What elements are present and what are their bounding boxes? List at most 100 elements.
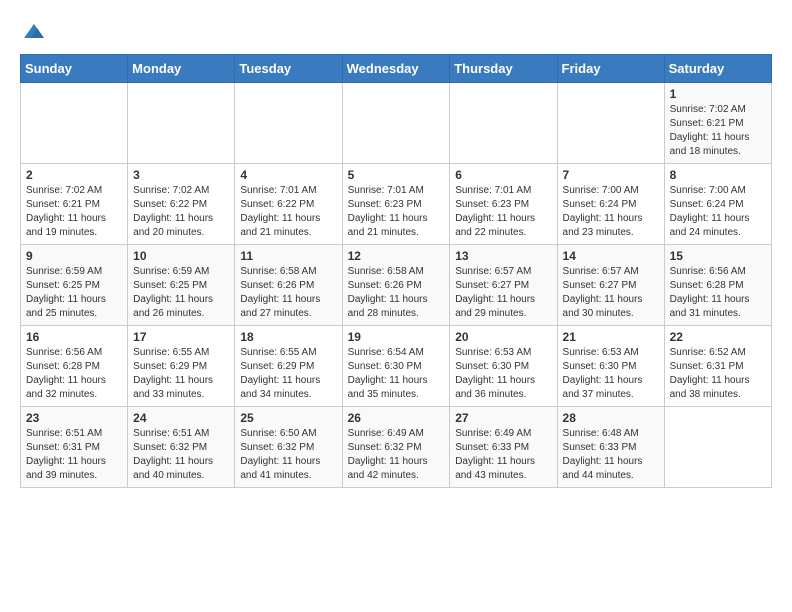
day-cell: 3 Sunrise: 7:02 AM Sunset: 6:22 PM Daylig…	[128, 164, 235, 245]
day-cell: 19 Sunrise: 6:54 AM Sunset: 6:30 PM Dayli…	[342, 326, 450, 407]
header-saturday: Saturday	[664, 55, 771, 83]
day-number: 17	[133, 330, 229, 344]
day-info: Sunrise: 7:01 AM Sunset: 6:22 PM Dayligh…	[240, 184, 336, 240]
calendar-header-row: SundayMondayTuesdayWednesdayThursdayFrid…	[21, 55, 772, 83]
day-info: Sunrise: 7:01 AM Sunset: 6:23 PM Dayligh…	[348, 184, 445, 240]
day-cell: 10 Sunrise: 6:59 AM Sunset: 6:25 PM Dayli…	[128, 245, 235, 326]
day-info: Sunrise: 6:57 AM Sunset: 6:27 PM Dayligh…	[563, 265, 659, 321]
day-info: Sunrise: 6:56 AM Sunset: 6:28 PM Dayligh…	[26, 346, 122, 402]
day-number: 19	[348, 330, 445, 344]
day-number: 27	[455, 411, 551, 425]
day-cell	[128, 83, 235, 164]
day-cell	[21, 83, 128, 164]
day-info: Sunrise: 7:02 AM Sunset: 6:22 PM Dayligh…	[133, 184, 229, 240]
day-cell: 9 Sunrise: 6:59 AM Sunset: 6:25 PM Daylig…	[21, 245, 128, 326]
day-number: 3	[133, 168, 229, 182]
day-number: 22	[670, 330, 766, 344]
page-header	[20, 20, 772, 44]
day-cell: 2 Sunrise: 7:02 AM Sunset: 6:21 PM Daylig…	[21, 164, 128, 245]
day-number: 20	[455, 330, 551, 344]
day-number: 11	[240, 249, 336, 263]
day-cell: 8 Sunrise: 7:00 AM Sunset: 6:24 PM Daylig…	[664, 164, 771, 245]
week-row-4: 16 Sunrise: 6:56 AM Sunset: 6:28 PM Dayli…	[21, 326, 772, 407]
header-sunday: Sunday	[21, 55, 128, 83]
day-info: Sunrise: 6:58 AM Sunset: 6:26 PM Dayligh…	[240, 265, 336, 321]
day-cell: 6 Sunrise: 7:01 AM Sunset: 6:23 PM Daylig…	[450, 164, 557, 245]
day-info: Sunrise: 7:00 AM Sunset: 6:24 PM Dayligh…	[563, 184, 659, 240]
day-info: Sunrise: 6:48 AM Sunset: 6:33 PM Dayligh…	[563, 427, 659, 483]
day-cell: 17 Sunrise: 6:55 AM Sunset: 6:29 PM Dayli…	[128, 326, 235, 407]
day-number: 16	[26, 330, 122, 344]
day-cell: 5 Sunrise: 7:01 AM Sunset: 6:23 PM Daylig…	[342, 164, 450, 245]
day-number: 8	[670, 168, 766, 182]
day-number: 2	[26, 168, 122, 182]
day-number: 13	[455, 249, 551, 263]
day-info: Sunrise: 6:53 AM Sunset: 6:30 PM Dayligh…	[455, 346, 551, 402]
day-cell	[557, 83, 664, 164]
day-info: Sunrise: 6:54 AM Sunset: 6:30 PM Dayligh…	[348, 346, 445, 402]
day-number: 25	[240, 411, 336, 425]
day-info: Sunrise: 6:55 AM Sunset: 6:29 PM Dayligh…	[133, 346, 229, 402]
day-number: 12	[348, 249, 445, 263]
header-monday: Monday	[128, 55, 235, 83]
day-number: 14	[563, 249, 659, 263]
day-cell: 14 Sunrise: 6:57 AM Sunset: 6:27 PM Dayli…	[557, 245, 664, 326]
day-info: Sunrise: 7:01 AM Sunset: 6:23 PM Dayligh…	[455, 184, 551, 240]
day-number: 28	[563, 411, 659, 425]
day-cell: 23Sunrise: 6:51 AM Sunset: 6:31 PM Dayli…	[21, 407, 128, 488]
day-number: 24	[133, 411, 229, 425]
header-tuesday: Tuesday	[235, 55, 342, 83]
day-number: 4	[240, 168, 336, 182]
day-cell	[235, 83, 342, 164]
day-cell: 7 Sunrise: 7:00 AM Sunset: 6:24 PM Daylig…	[557, 164, 664, 245]
day-number: 1	[670, 87, 766, 101]
day-info: Sunrise: 6:53 AM Sunset: 6:30 PM Dayligh…	[563, 346, 659, 402]
day-cell: 16 Sunrise: 6:56 AM Sunset: 6:28 PM Dayli…	[21, 326, 128, 407]
day-info: Sunrise: 6:56 AM Sunset: 6:28 PM Dayligh…	[670, 265, 766, 321]
day-cell	[664, 407, 771, 488]
day-info: Sunrise: 6:58 AM Sunset: 6:26 PM Dayligh…	[348, 265, 445, 321]
day-info: Sunrise: 6:52 AM Sunset: 6:31 PM Dayligh…	[670, 346, 766, 402]
day-info: Sunrise: 6:49 AM Sunset: 6:33 PM Dayligh…	[455, 427, 551, 483]
day-number: 26	[348, 411, 445, 425]
day-cell: 27 Sunrise: 6:49 AM Sunset: 6:33 PM Dayli…	[450, 407, 557, 488]
day-number: 21	[563, 330, 659, 344]
day-cell: 24 Sunrise: 6:51 AM Sunset: 6:32 PM Dayli…	[128, 407, 235, 488]
day-cell	[450, 83, 557, 164]
day-number: 6	[455, 168, 551, 182]
day-info: Sunrise: 6:57 AM Sunset: 6:27 PM Dayligh…	[455, 265, 551, 321]
day-cell: 28 Sunrise: 6:48 AM Sunset: 6:33 PM Dayli…	[557, 407, 664, 488]
day-info: Sunrise: 6:59 AM Sunset: 6:25 PM Dayligh…	[133, 265, 229, 321]
day-info: Sunrise: 7:00 AM Sunset: 6:24 PM Dayligh…	[670, 184, 766, 240]
day-info: Sunrise: 6:59 AM Sunset: 6:25 PM Dayligh…	[26, 265, 122, 321]
day-cell: 21 Sunrise: 6:53 AM Sunset: 6:30 PM Dayli…	[557, 326, 664, 407]
day-cell: 13 Sunrise: 6:57 AM Sunset: 6:27 PM Dayli…	[450, 245, 557, 326]
day-cell: 11 Sunrise: 6:58 AM Sunset: 6:26 PM Dayli…	[235, 245, 342, 326]
day-info: Sunrise: 7:02 AM Sunset: 6:21 PM Dayligh…	[670, 103, 766, 159]
day-info: Sunrise: 6:51 AM Sunset: 6:32 PM Dayligh…	[133, 427, 229, 483]
day-info: Sunrise: 6:55 AM Sunset: 6:29 PM Dayligh…	[240, 346, 336, 402]
day-number: 5	[348, 168, 445, 182]
day-cell: 22 Sunrise: 6:52 AM Sunset: 6:31 PM Dayli…	[664, 326, 771, 407]
day-info: Sunrise: 6:50 AM Sunset: 6:32 PM Dayligh…	[240, 427, 336, 483]
header-friday: Friday	[557, 55, 664, 83]
day-number: 18	[240, 330, 336, 344]
day-number: 7	[563, 168, 659, 182]
logo-icon	[22, 20, 46, 44]
calendar-table: SundayMondayTuesdayWednesdayThursdayFrid…	[20, 54, 772, 488]
logo	[20, 20, 46, 44]
day-number: 10	[133, 249, 229, 263]
day-cell: 18 Sunrise: 6:55 AM Sunset: 6:29 PM Dayli…	[235, 326, 342, 407]
week-row-2: 2 Sunrise: 7:02 AM Sunset: 6:21 PM Daylig…	[21, 164, 772, 245]
week-row-1: 1 Sunrise: 7:02 AM Sunset: 6:21 PM Daylig…	[21, 83, 772, 164]
day-cell: 15 Sunrise: 6:56 AM Sunset: 6:28 PM Dayli…	[664, 245, 771, 326]
week-row-3: 9 Sunrise: 6:59 AM Sunset: 6:25 PM Daylig…	[21, 245, 772, 326]
day-cell: 12 Sunrise: 6:58 AM Sunset: 6:26 PM Dayli…	[342, 245, 450, 326]
day-number: 9	[26, 249, 122, 263]
day-number: 15	[670, 249, 766, 263]
header-thursday: Thursday	[450, 55, 557, 83]
day-cell: 26Sunrise: 6:49 AM Sunset: 6:32 PM Dayli…	[342, 407, 450, 488]
day-cell: 4 Sunrise: 7:01 AM Sunset: 6:22 PM Daylig…	[235, 164, 342, 245]
day-number: 23	[26, 411, 122, 425]
day-info: Sunrise: 7:02 AM Sunset: 6:21 PM Dayligh…	[26, 184, 122, 240]
